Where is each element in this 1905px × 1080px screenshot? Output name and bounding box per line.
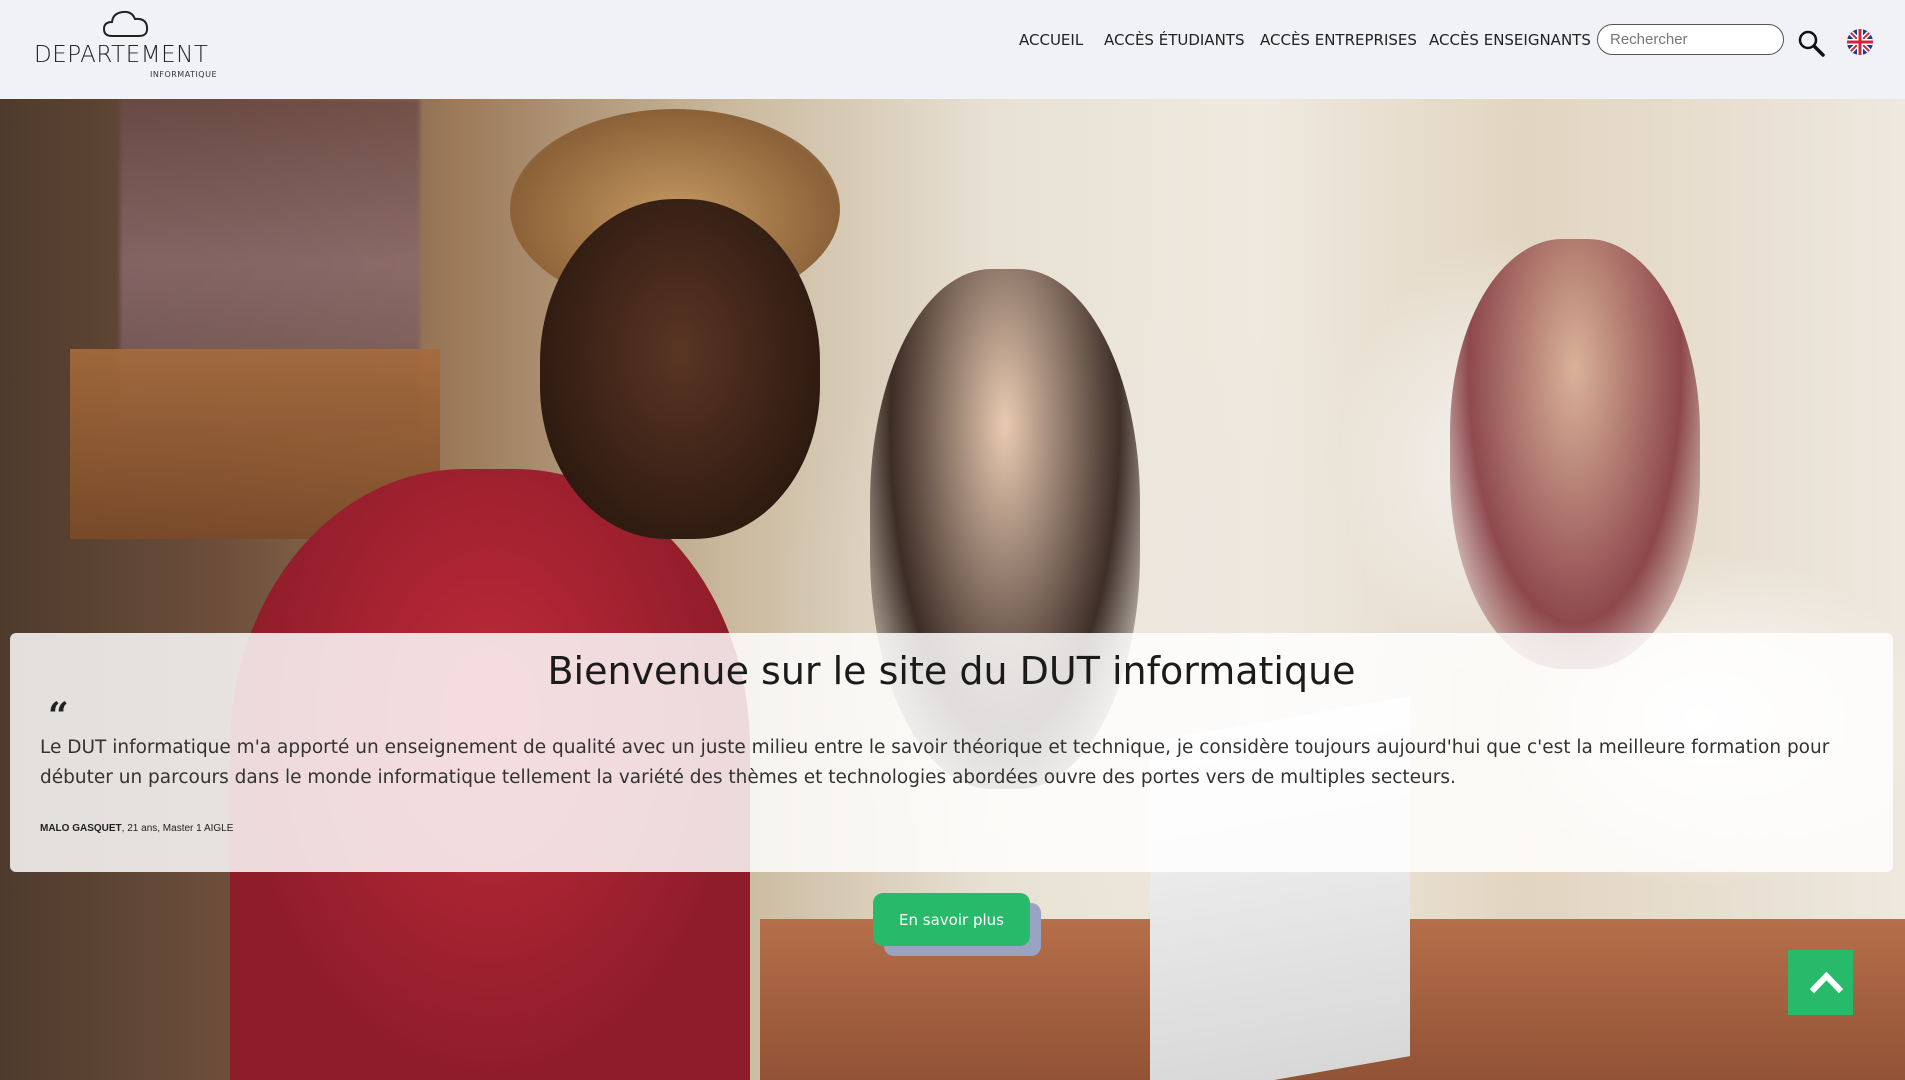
chevron-up-icon [1809, 971, 1844, 994]
cloud-icon [102, 10, 149, 37]
logo-title: DEPARTEMENT [34, 42, 209, 68]
search-button[interactable] [1796, 28, 1826, 58]
nav-accueil[interactable]: ACCUEIL [1019, 30, 1083, 50]
language-switch[interactable] [1847, 29, 1873, 55]
quote-mark-icon: “ [48, 695, 69, 737]
search-input[interactable] [1597, 24, 1784, 55]
nav-acces-etudiants[interactable]: ACCÈS ÉTUDIANTS [1104, 30, 1244, 50]
author-details: , 21 ans, Master 1 AIGLE [121, 823, 234, 834]
testimonial-card: Bienvenue sur le site du DUT informatiqu… [10, 633, 1893, 872]
site-header: DEPARTEMENT INFORMATIQUE ACCUEIL ACCÈS É… [0, 0, 1905, 99]
testimonial-text: Le DUT informatique m'a apporté un ensei… [40, 737, 1830, 788]
author-name: MALO GASQUET [40, 823, 122, 834]
magnifier-icon [1798, 30, 1825, 57]
testimonial-author: MALO GASQUET, 21 ans, Master 1 AIGLE [40, 823, 233, 834]
nav-acces-enseignants[interactable]: ACCÈS ENSEIGNANTS [1429, 30, 1591, 50]
hero-student-face [540, 199, 820, 539]
logo-subtitle: INFORMATIQUE [150, 70, 218, 79]
hero-man-figure [1450, 239, 1700, 669]
nav-acces-entreprises[interactable]: ACCÈS ENTREPRISES [1260, 30, 1417, 50]
uk-flag-icon [1847, 29, 1873, 55]
learn-more-button[interactable]: En savoir plus [873, 893, 1030, 946]
back-to-top-button[interactable] [1788, 950, 1853, 1015]
site-logo[interactable]: DEPARTEMENT INFORMATIQUE [34, 8, 224, 82]
hero-title: Bienvenue sur le site du DUT informatiqu… [547, 649, 1356, 693]
